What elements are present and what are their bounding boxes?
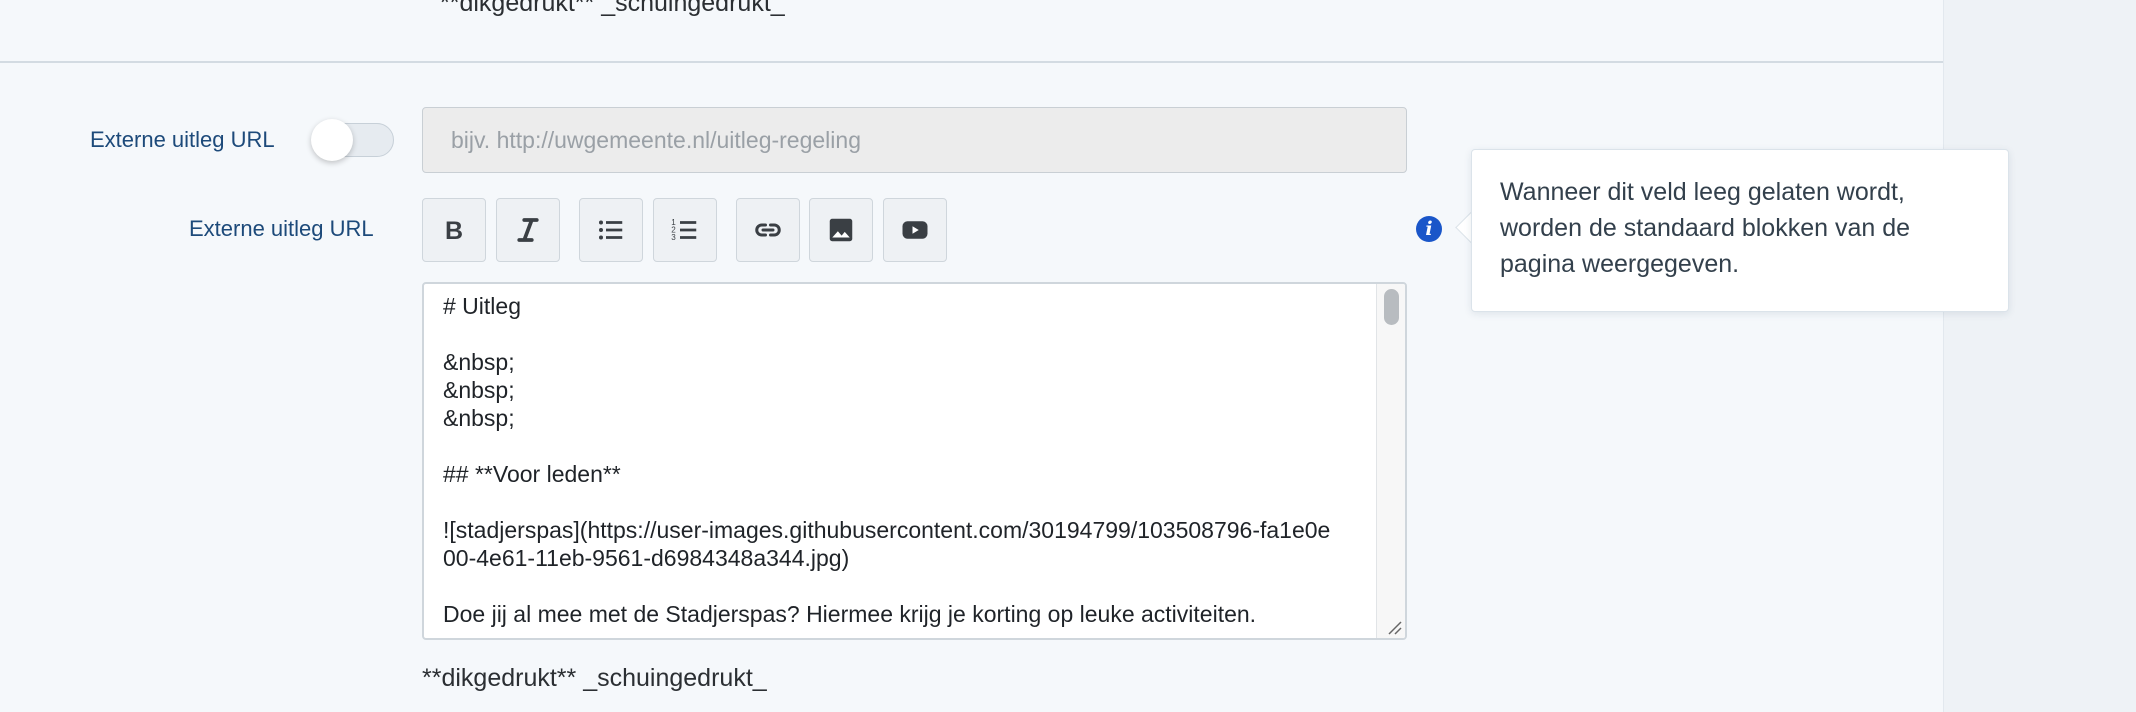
help-tooltip: Wanneer dit veld leeg gelaten wordt, wor… (1471, 149, 2009, 312)
italic-icon (517, 218, 539, 242)
svg-text:B: B (445, 217, 463, 245)
formatting-hint: **dikgedrukt** _schuingedrukt_ (422, 664, 767, 692)
external-url-input[interactable] (422, 107, 1407, 173)
video-button[interactable] (883, 198, 947, 262)
toggle-knob[interactable] (311, 119, 353, 161)
link-icon (755, 223, 781, 237)
ordered-list-icon: 1 2 3 (671, 218, 697, 242)
link-button[interactable] (736, 198, 800, 262)
info-icon[interactable]: i (1416, 216, 1442, 242)
image-button[interactable] (809, 198, 873, 262)
video-icon (902, 221, 928, 239)
svg-text:3: 3 (671, 233, 676, 242)
section-divider (0, 61, 1943, 63)
ordered-list-button[interactable]: 1 2 3 (653, 198, 717, 262)
unordered-list-icon (599, 220, 623, 240)
italic-button[interactable] (496, 198, 560, 262)
external-explanation-label: Externe uitleg URL (189, 216, 374, 241)
formatting-hint-top: **dikgedrukt** _schuingedrukt_ (440, 0, 785, 17)
editor-content[interactable]: # Uitleg &nbsp; &nbsp; &nbsp; ## **Voor … (443, 292, 1343, 628)
scrollbar-thumb[interactable] (1384, 289, 1399, 325)
external-url-label: Externe uitleg URL (90, 127, 275, 152)
editor-scrollbar[interactable] (1376, 284, 1405, 638)
resize-handle-icon[interactable] (1383, 616, 1403, 636)
image-icon (829, 218, 853, 242)
bold-icon: B (445, 217, 463, 245)
external-url-toggle[interactable] (311, 119, 394, 161)
unordered-list-button[interactable] (579, 198, 643, 262)
bold-button[interactable]: B (422, 198, 486, 262)
markdown-editor[interactable]: # Uitleg &nbsp; &nbsp; &nbsp; ## **Voor … (422, 282, 1407, 640)
right-rail (1943, 0, 2136, 712)
